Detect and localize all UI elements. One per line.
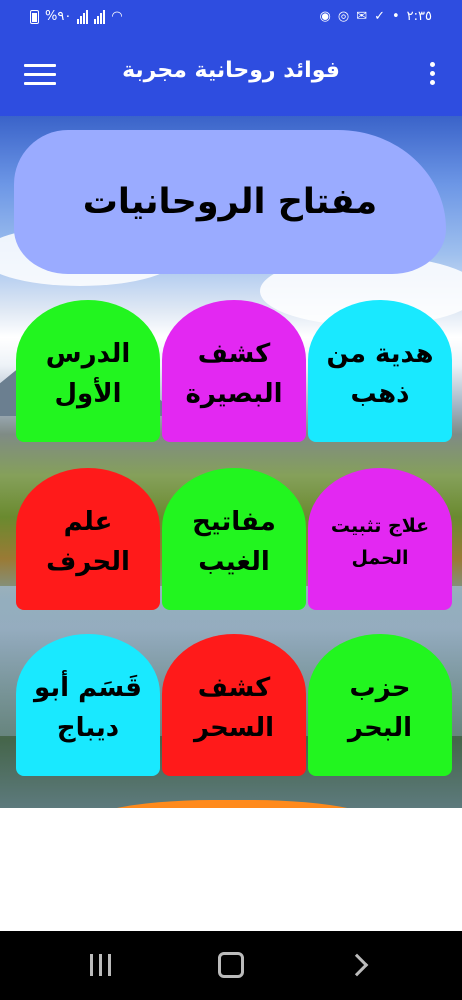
header-card: مفتاح الروحانيات — [14, 130, 446, 274]
app-title: فوائد روحانية مجربة — [122, 58, 340, 83]
tile-oath-abu-dibaj[interactable]: قَسَم أبو ديباج — [16, 634, 160, 776]
tile-insight-revelation[interactable]: كشف البصيرة — [162, 300, 306, 442]
tile-first-lesson[interactable]: الدرس الأول — [16, 300, 160, 442]
tile-science-of-letters[interactable]: علم الحرف — [16, 468, 160, 610]
check-icon: ✓ — [374, 9, 385, 24]
tile-gift-of-gold[interactable]: هدية من ذهب — [308, 300, 452, 442]
tile-label: حزب البحر — [347, 673, 413, 743]
home-icon[interactable] — [211, 949, 251, 981]
tile-magic-detection[interactable]: كشف السحر — [162, 634, 306, 776]
signal-icon-2 — [94, 10, 106, 24]
hamburger-menu-icon[interactable] — [24, 64, 56, 88]
tile-label: كشف السحر — [193, 673, 275, 743]
signal-icon — [77, 10, 89, 24]
status-left: %٩٠ ◠ — [30, 9, 123, 25]
messenger-icon: ◉ — [319, 9, 331, 24]
tile-label: الدرس الأول — [45, 339, 131, 409]
tile-hizb-al-bahr[interactable]: حزب البحر — [308, 634, 452, 776]
battery-percent: %٩٠ — [45, 9, 72, 24]
recents-icon[interactable] — [80, 949, 120, 981]
tile-label: مفاتيح الغيب — [192, 507, 276, 577]
tile-keys-of-unseen[interactable]: مفاتيح الغيب — [162, 468, 306, 610]
notification-dot-icon: • — [392, 9, 400, 24]
wifi-icon: ◠ — [111, 9, 123, 24]
tile-label: قَسَم أبو ديباج — [34, 673, 142, 743]
header-card-title: مفتاح الروحانيات — [82, 182, 378, 222]
instagram-icon: ◎ — [337, 9, 350, 24]
more-vert-icon[interactable] — [428, 62, 436, 90]
status-right: ◉ ◎ ✉ ✓ • ٢:٣٥ — [320, 9, 433, 25]
battery-icon — [30, 10, 39, 24]
clock-time: ٢:٣٥ — [406, 9, 432, 24]
partial-tile[interactable] — [72, 800, 392, 808]
tile-pregnancy-treatment[interactable]: علاج تثبيت الحمل — [308, 468, 452, 610]
tile-label: كشف البصيرة — [185, 339, 283, 409]
tile-label: علم الحرف — [46, 507, 130, 577]
back-icon[interactable] — [340, 949, 380, 981]
email-icon: ✉ — [356, 9, 368, 24]
navigation-bar — [0, 931, 462, 1000]
content-area: مفتاح الروحانيات هدية من ذهب كشف البصيرة… — [0, 116, 462, 808]
tile-label: علاج تثبيت الحمل — [330, 515, 430, 569]
status-bar: %٩٠ ◠ ◉ ◎ ✉ ✓ • ٢:٣٥ — [0, 0, 462, 36]
tile-label: هدية من ذهب — [326, 339, 434, 409]
app-bar: فوائد روحانية مجربة — [0, 36, 462, 116]
